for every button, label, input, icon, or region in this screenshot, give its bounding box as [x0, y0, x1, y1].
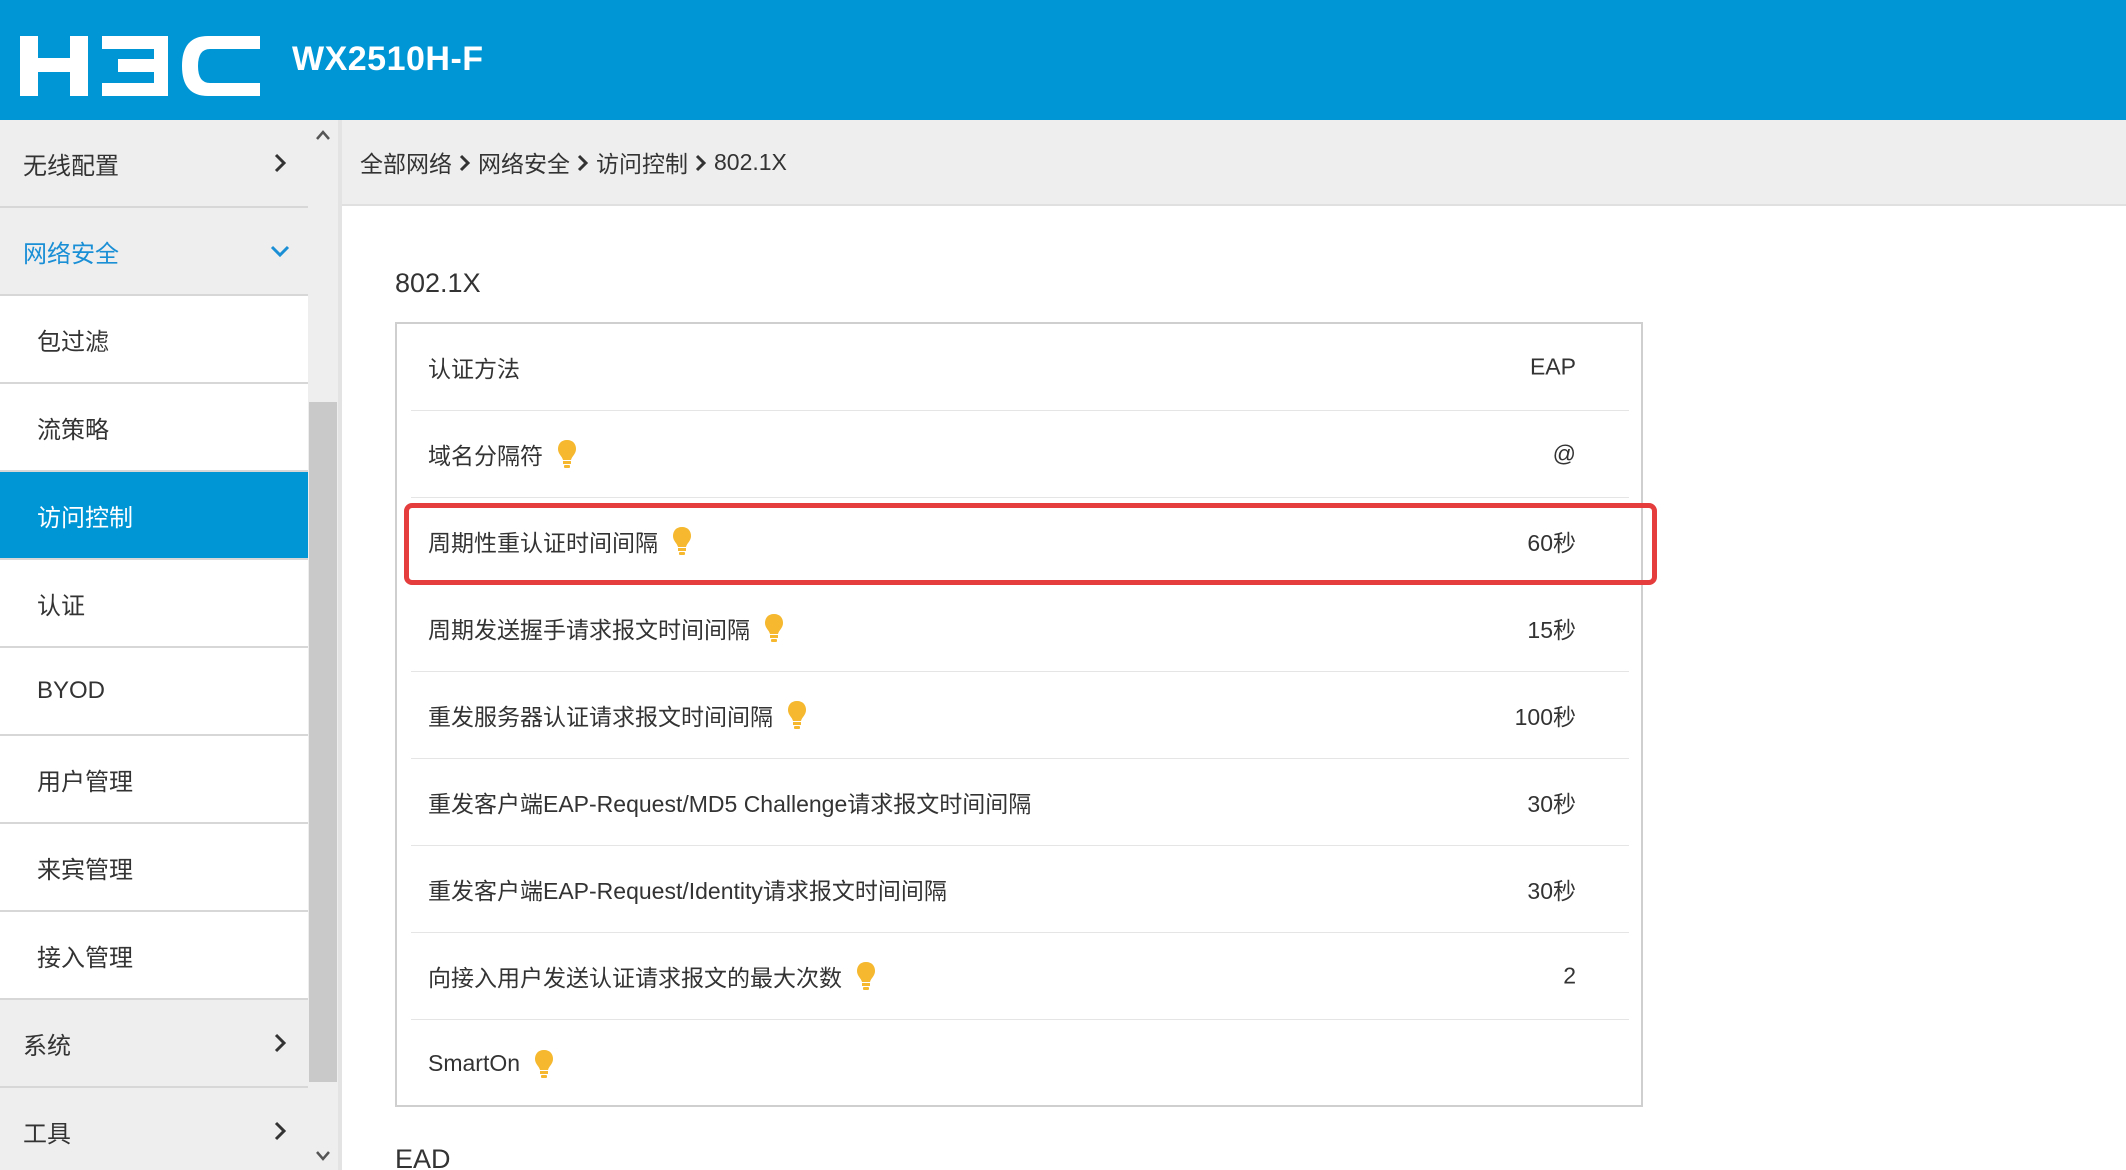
- sidebar-item-label: 系统: [23, 1032, 71, 1060]
- sidebar-item-label: BYOD: [37, 677, 106, 704]
- sidebar-item-label: 用户管理: [37, 768, 133, 796]
- sidebar-nav: 无线配置 网络安全 包过滤 流策略 访问控制 认证 BYOD 用户管理 来宾管理…: [0, 120, 308, 1170]
- setting-row-md5-challenge-timeout[interactable]: 重发客户端EAP-Request/MD5 Challenge请求报文时间间隔 3…: [411, 759, 1629, 846]
- setting-row-reauth-period[interactable]: 周期性重认证时间间隔 60秒: [411, 498, 1629, 585]
- sidebar-item-label: 流策略: [37, 416, 109, 444]
- sidebar-item-wireless-config[interactable]: 无线配置: [0, 120, 308, 208]
- lightbulb-hint-icon[interactable]: [534, 1049, 554, 1079]
- sidebar-item-access-control[interactable]: 访问控制: [0, 472, 308, 560]
- h3c-logo: [20, 36, 260, 96]
- breadcrumb-item[interactable]: 访问控制: [596, 145, 688, 179]
- sidebar-item-user-management[interactable]: 用户管理: [0, 736, 308, 824]
- chevron-right-icon: [268, 151, 292, 175]
- sidebar-item-tools[interactable]: 工具: [0, 1088, 308, 1170]
- lightbulb-hint-icon[interactable]: [557, 439, 577, 469]
- breadcrumb-item[interactable]: 全部网络: [360, 145, 452, 179]
- sidebar-item-byod[interactable]: BYOD: [0, 648, 308, 736]
- lightbulb-hint-icon[interactable]: [672, 526, 692, 556]
- setting-row-identity-timeout[interactable]: 重发客户端EAP-Request/Identity请求报文时间间隔 30秒: [411, 846, 1629, 933]
- breadcrumb-item[interactable]: 网络安全: [478, 145, 570, 179]
- scrollbar-thumb[interactable]: [309, 402, 337, 1082]
- sidebar-item-label: 接入管理: [37, 944, 133, 972]
- breadcrumb: 全部网络 网络安全 访问控制 802.1X: [342, 120, 2126, 206]
- chevron-right-icon: [268, 1119, 292, 1143]
- setting-label: 周期性重认证时间间隔: [428, 524, 692, 558]
- setting-value: 100秒: [1514, 704, 1576, 730]
- sidebar-item-flow-policy[interactable]: 流策略: [0, 384, 308, 472]
- sidebar-item-packet-filter[interactable]: 包过滤: [0, 296, 308, 384]
- setting-label: 重发客户端EAP-Request/Identity请求报文时间间隔: [428, 878, 947, 904]
- setting-label: 周期发送握手请求报文时间间隔: [428, 611, 784, 645]
- setting-label: 重发服务器认证请求报文时间间隔: [428, 698, 807, 732]
- scroll-up-arrow-icon[interactable]: [308, 122, 338, 148]
- setting-value: 15秒: [1527, 617, 1576, 643]
- lightbulb-hint-icon[interactable]: [764, 613, 784, 643]
- sidebar-scrollbar[interactable]: [308, 120, 338, 1170]
- dot1x-settings-panel: 认证方法 EAP 域名分隔符 @ 周期性重认证时间间隔 60秒 周期发送握手请求…: [395, 322, 1643, 1107]
- sidebar-item-label: 认证: [37, 592, 85, 620]
- setting-row-server-timeout[interactable]: 重发服务器认证请求报文时间间隔 100秒: [411, 672, 1629, 759]
- section-title: 802.1X: [395, 268, 481, 298]
- sidebar-item-network-security[interactable]: 网络安全: [0, 208, 308, 296]
- setting-label: 重发客户端EAP-Request/MD5 Challenge请求报文时间间隔: [428, 791, 1032, 817]
- setting-value: @: [1552, 440, 1576, 467]
- lightbulb-hint-icon[interactable]: [787, 700, 807, 730]
- chevron-right-icon: [268, 1031, 292, 1055]
- setting-value: 30秒: [1527, 878, 1576, 904]
- sidebar-item-system[interactable]: 系统: [0, 1000, 308, 1088]
- chevron-right-icon: [575, 152, 591, 172]
- sidebar-item-label: 无线配置: [23, 152, 119, 180]
- sidebar-item-access-management[interactable]: 接入管理: [0, 912, 308, 1000]
- chevron-right-icon: [693, 152, 709, 172]
- setting-value: 60秒: [1527, 530, 1576, 556]
- setting-label: SmartOn: [428, 1049, 554, 1079]
- setting-row-max-auth-requests[interactable]: 向接入用户发送认证请求报文的最大次数 2: [411, 933, 1629, 1020]
- chevron-down-icon: [268, 239, 292, 263]
- sidebar-item-label: 来宾管理: [37, 856, 133, 884]
- sidebar-item-authentication[interactable]: 认证: [0, 560, 308, 648]
- divider: [338, 120, 342, 1170]
- sidebar-item-label: 网络安全: [23, 240, 119, 268]
- device-model: WX2510H-F: [292, 40, 484, 78]
- setting-label: 域名分隔符: [428, 437, 577, 471]
- sidebar-item-label: 工具: [23, 1120, 71, 1148]
- section-title-ead: EAD: [395, 1144, 451, 1170]
- scroll-down-arrow-icon[interactable]: [308, 1142, 338, 1168]
- lightbulb-hint-icon[interactable]: [856, 961, 876, 991]
- setting-value: EAP: [1529, 353, 1576, 380]
- sidebar-item-label: 包过滤: [37, 328, 109, 356]
- sidebar-item-label: 访问控制: [37, 504, 133, 532]
- setting-value: 30秒: [1527, 791, 1576, 817]
- setting-label: 认证方法: [428, 356, 520, 382]
- sidebar-item-guest-management[interactable]: 来宾管理: [0, 824, 308, 912]
- setting-row-smarton[interactable]: SmartOn: [411, 1020, 1629, 1107]
- setting-row-handshake-period[interactable]: 周期发送握手请求报文时间间隔 15秒: [411, 585, 1629, 672]
- setting-row-auth-method[interactable]: 认证方法 EAP: [411, 324, 1629, 411]
- breadcrumb-item-current: 802.1X: [714, 148, 787, 175]
- setting-value: 2: [1563, 962, 1576, 989]
- setting-label: 向接入用户发送认证请求报文的最大次数: [428, 959, 876, 993]
- setting-row-domain-delimiter[interactable]: 域名分隔符 @: [411, 411, 1629, 498]
- chevron-right-icon: [457, 152, 473, 172]
- top-header: WX2510H-F: [0, 0, 2126, 120]
